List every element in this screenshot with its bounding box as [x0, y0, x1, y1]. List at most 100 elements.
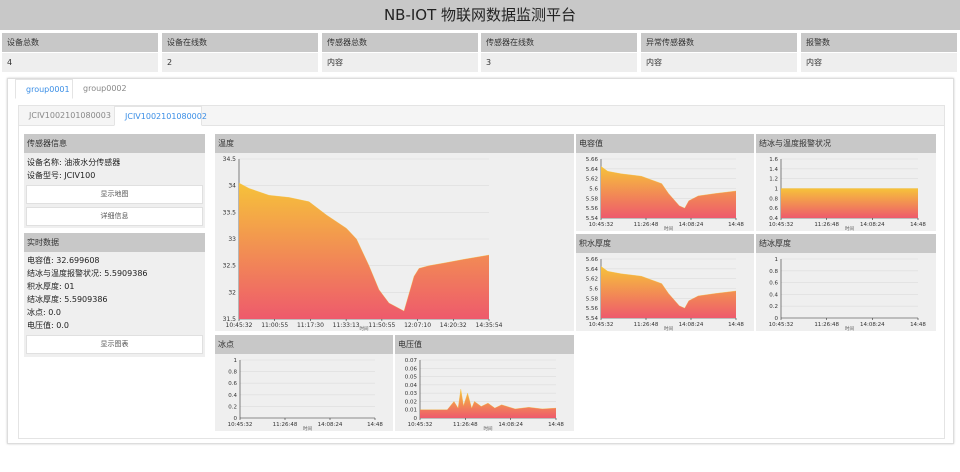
chart-panel-capacitance: 电容值 5.54 5.56 5.58 5.6 5.62 5.64 5.66 10:45:32 1…	[576, 134, 754, 232]
realtime-ice-thickness: 结冰厚度: 5.5909386	[27, 295, 108, 304]
x-tick-label: 14:48	[910, 222, 926, 228]
x-tick-label: 14:08:24	[860, 222, 885, 228]
x-tick-label: 11:26:48	[814, 222, 839, 228]
stat-alarm: 报警数 内容	[801, 33, 957, 73]
y-tick-label: 0.6	[769, 281, 778, 287]
group-panel: group0001 group0002 JCIV1002101080003 JC…	[7, 78, 954, 444]
show-map-button[interactable]: 显示地图	[26, 185, 203, 204]
chart-title: 电容值	[576, 134, 754, 153]
x-tick-label: 14:35:54	[476, 322, 503, 329]
stat-device-total: 设备总数 4	[2, 33, 158, 73]
x-tick-label: 11:50:55	[368, 322, 395, 329]
x-axis-label: 时间	[845, 325, 854, 331]
tab-group0002[interactable]: group0002	[73, 79, 137, 99]
show-chart-button[interactable]: 显示图表	[26, 335, 203, 354]
device-name-line: 设备名称: 油液水分传感器	[27, 158, 121, 167]
stat-label: 传感器在线数	[481, 33, 637, 52]
chart-ice-thickness: 00.20.40.60.8110:45:32 11:26:48 14:08:24 14…	[769, 257, 927, 332]
chart-title: 积水厚度	[576, 234, 754, 253]
x-axis-label: 时间	[664, 325, 673, 331]
x-tick-label: 14:48	[367, 422, 383, 428]
stat-device-online: 设备在线数 2	[162, 33, 318, 73]
stat-value: 内容	[641, 53, 797, 72]
stats-bar: 设备总数 4 设备在线数 2 传感器总数 内容 传感器在线数 3 异常传感器数 …	[0, 33, 960, 73]
tab-device-0002[interactable]: JCIV1002101080002	[114, 106, 207, 126]
y-tick-label: 0.01	[405, 408, 417, 414]
x-tick-label: 14:48	[548, 422, 564, 428]
y-tick-label: 34.5	[223, 156, 237, 163]
tab-group0001[interactable]: group0001	[15, 79, 73, 99]
y-tick-label: 33.5	[223, 209, 237, 216]
stat-value: 3	[481, 53, 637, 72]
stat-sensor-online: 传感器在线数 3	[481, 33, 637, 73]
x-tick-label: 10:45:32	[589, 222, 614, 228]
x-tick-label: 14:48	[728, 322, 744, 328]
x-tick-label: 10:45:32	[769, 222, 794, 228]
y-tick-label: 1	[775, 187, 779, 193]
sensor-info-panel: 传感器信息 设备名称: 油液水分传感器 设备型号: JCIV100 显示地图 详…	[24, 134, 205, 228]
stat-value: 内容	[322, 53, 478, 72]
chart-panel-voltage: 电压值 0 0.01 0.02 0.03 0.04 0.05 0.06 0.07 10:45:3…	[395, 335, 574, 432]
stat-label: 传感器总数	[322, 33, 478, 52]
y-tick-label: 0.6	[228, 381, 237, 387]
y-tick-label: 5.62	[586, 177, 598, 183]
stat-value: 内容	[801, 53, 957, 72]
chart-panel-temp: 温度 31.5 32 32.5 33 33.5 34 34.5 10:45:32 11:00:5…	[215, 134, 574, 332]
stat-label: 设备总数	[2, 33, 158, 52]
chart-title: 结冰与温度报警状况	[756, 134, 936, 153]
y-tick-label: 0.04	[405, 383, 418, 389]
y-tick-label: 0.2	[228, 404, 237, 410]
y-tick-label: 0.8	[769, 269, 778, 275]
y-tick-label: 0.07	[405, 358, 418, 364]
y-tick-label: 5.56	[586, 206, 599, 212]
y-tick-label: 32	[228, 289, 236, 296]
y-tick-label: 5.62	[586, 277, 598, 283]
y-tick-label: 32.5	[223, 263, 237, 270]
y-tick-label: 1.2	[769, 177, 778, 183]
stat-sensor-total: 传感器总数 内容	[322, 33, 478, 73]
x-tick-label: 10:45:32	[408, 422, 433, 428]
realtime-voltage: 电压值: 0.0	[27, 321, 69, 330]
series-area	[781, 188, 918, 218]
x-tick-label: 14:48	[910, 322, 926, 328]
x-tick-label: 11:26:48	[814, 322, 839, 328]
y-tick-label: 5.58	[586, 196, 599, 202]
stat-label: 设备在线数	[162, 33, 318, 52]
x-axis-label: 时间	[845, 225, 854, 231]
y-tick-label: 5.66	[586, 257, 599, 263]
series-area	[601, 166, 736, 218]
realtime-icing-alarm: 结冰与温度报警状况: 5.5909386	[27, 269, 148, 278]
y-tick-label: 5.58	[586, 296, 599, 302]
x-axis-label: 时间	[303, 425, 312, 431]
chart-panel-ice-thickness: 结冰厚度 0 0.2 0.4 0.6 0.8 1 10:45:32 11:26:48 14:08…	[756, 234, 936, 332]
realtime-title: 实时数据	[24, 233, 205, 252]
y-tick-label: 1	[234, 358, 238, 364]
y-tick-label: 0.05	[405, 375, 418, 381]
y-tick-label: 0.8	[228, 370, 237, 376]
realtime-capacitance: 电容值: 32.699608	[27, 256, 100, 265]
chart-voltage: 00.010.020.030.040.050.060.0710:45:32 11:…	[405, 358, 565, 432]
x-axis-label: 时间	[484, 425, 493, 431]
y-tick-label: 1	[775, 257, 779, 263]
chart-icing-alarm: 0.40.60.811.21.41.610:45:32 11:26:48 14:08…	[769, 157, 927, 232]
stat-value: 4	[2, 53, 158, 72]
y-tick-label: 0.02	[405, 399, 417, 405]
series-area	[601, 266, 736, 318]
stat-label: 报警数	[801, 33, 957, 52]
y-tick-label: 1.4	[769, 167, 778, 173]
detail-button[interactable]: 详细信息	[26, 207, 203, 226]
x-axis-label: 时间	[664, 225, 673, 231]
x-tick-label: 12:07:10	[404, 322, 431, 329]
tab-device-0003[interactable]: JCIV1002101080003	[19, 106, 114, 126]
chart-freeze: 00.20.40.60.8110:45:32 11:26:48 14:08:24 14…	[228, 358, 384, 432]
y-tick-label: 0.2	[769, 304, 778, 310]
x-tick-label: 10:45:32	[228, 422, 253, 428]
realtime-panel: 实时数据 电容值: 32.699608 结冰与温度报警状况: 5.5909386…	[24, 233, 205, 357]
chart-title: 结冰厚度	[756, 234, 936, 253]
x-tick-label: 10:45:32	[226, 322, 253, 329]
x-tick-label: 11:00:55	[261, 322, 288, 329]
x-tick-label: 11:26:48	[273, 422, 298, 428]
x-tick-label: 11:26:48	[634, 222, 659, 228]
sensor-info-title: 传感器信息	[24, 134, 205, 153]
stat-value: 2	[162, 53, 318, 72]
